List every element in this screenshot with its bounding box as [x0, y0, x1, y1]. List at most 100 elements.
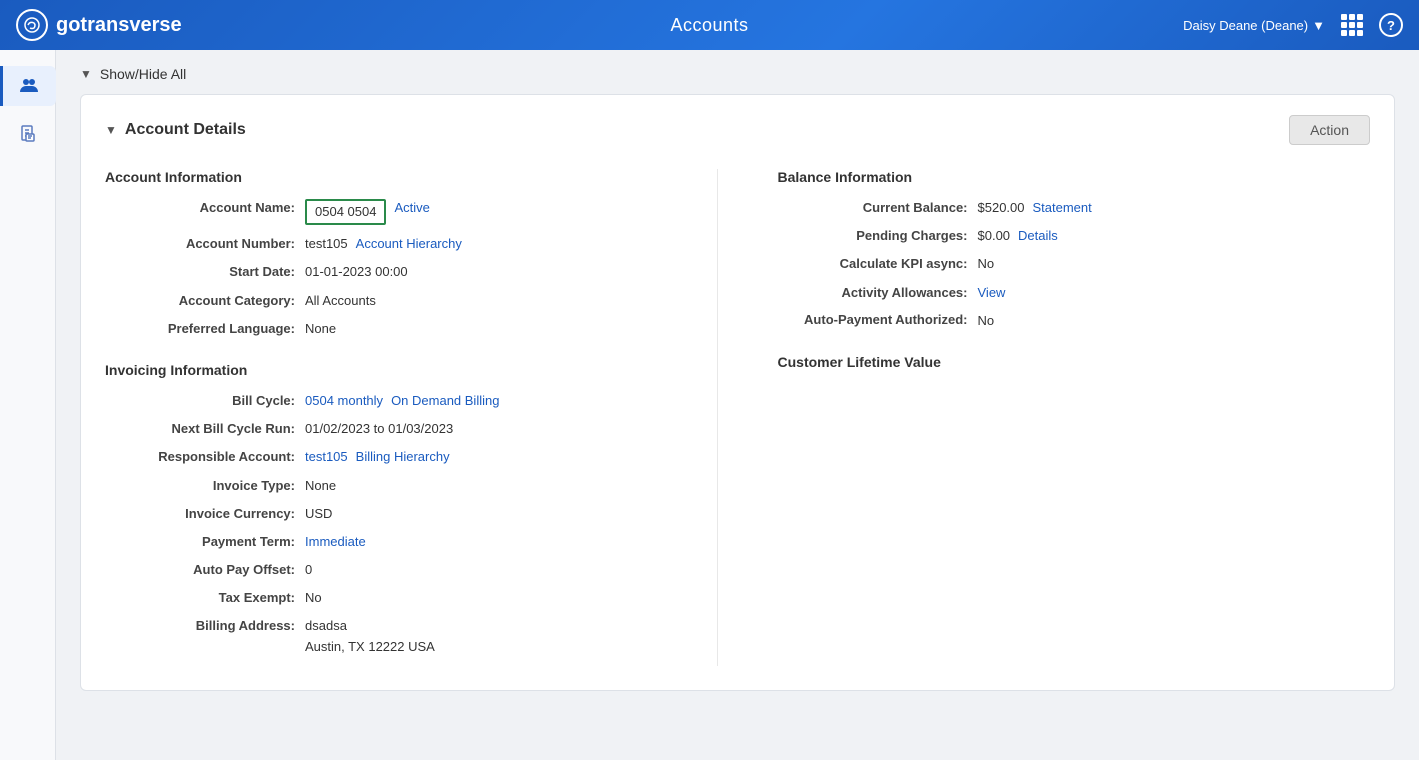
activity-allowances-link[interactable]: View [978, 284, 1006, 302]
card-collapse-arrow: ▼ [105, 123, 117, 137]
app-name: gotransverse [56, 14, 182, 37]
account-category-value: All Accounts [305, 292, 376, 310]
responsible-account-label: Responsible Account: [105, 448, 305, 466]
sidebar [0, 50, 56, 760]
page-heading: Accounts [670, 15, 748, 36]
next-bill-cycle-text: 01/02/2023 to 01/03/2023 [305, 420, 453, 438]
calculate-kpi-value: No [978, 255, 995, 273]
current-balance-label: Current Balance: [778, 199, 978, 217]
tax-exempt-value: No [305, 589, 322, 607]
clv-section: Customer Lifetime Value [778, 354, 1371, 370]
account-status-link[interactable]: Active [394, 199, 429, 217]
account-name-row: Account Name: 0504 0504 Active [105, 199, 697, 225]
billing-address-label: Billing Address: [105, 617, 305, 655]
start-date-value: 01-01-2023 00:00 [305, 263, 408, 281]
card-title: ▼ Account Details [105, 121, 246, 139]
show-hide-bar[interactable]: ▼ Show/Hide All [80, 66, 1395, 82]
user-name: Daisy Deane (Deane) [1183, 18, 1308, 33]
tax-exempt-text: No [305, 589, 322, 607]
auto-pay-offset-row: Auto Pay Offset: 0 [105, 561, 697, 579]
next-bill-cycle-value: 01/02/2023 to 01/03/2023 [305, 420, 453, 438]
action-button[interactable]: Action [1289, 115, 1370, 145]
invoice-currency-text: USD [305, 505, 332, 523]
preferred-language-row: Preferred Language: None [105, 320, 697, 338]
show-hide-label: Show/Hide All [100, 66, 186, 82]
main-content: ▼ Show/Hide All ▼ Account Details Action… [56, 50, 1419, 760]
responsible-account-link[interactable]: test105 [305, 448, 348, 466]
card-header: ▼ Account Details Action [105, 115, 1370, 145]
account-details-title: Account Details [125, 121, 246, 139]
account-information-heading: Account Information [105, 169, 697, 185]
payment-term-row: Payment Term: Immediate [105, 533, 697, 551]
app-logo[interactable]: gotransverse [16, 9, 182, 41]
preferred-language-value: None [305, 320, 336, 338]
balance-information-heading: Balance Information [778, 169, 1371, 185]
auto-payment-text: No [978, 312, 995, 330]
billing-address-line2: Austin, TX 12222 USA [305, 638, 435, 656]
invoice-currency-label: Invoice Currency: [105, 505, 305, 523]
sidebar-item-documents[interactable] [8, 114, 48, 154]
calculate-kpi-text: No [978, 255, 995, 273]
left-column: Account Information Account Name: 0504 0… [105, 169, 718, 666]
details-link[interactable]: Details [1018, 227, 1058, 245]
app-layout: ▼ Show/Hide All ▼ Account Details Action… [0, 50, 1419, 760]
statement-link[interactable]: Statement [1033, 199, 1092, 217]
apps-grid-icon[interactable] [1341, 14, 1363, 36]
details-grid: Account Information Account Name: 0504 0… [105, 169, 1370, 666]
bill-cycle-label: Bill Cycle: [105, 392, 305, 410]
auto-pay-offset-label: Auto Pay Offset: [105, 561, 305, 579]
auto-payment-label: Auto-Payment Authorized: [778, 312, 978, 330]
right-column: Balance Information Current Balance: $52… [758, 169, 1371, 666]
bill-cycle-link[interactable]: 0504 monthly [305, 392, 383, 410]
nav-right: Daisy Deane (Deane) ▼ ? [1183, 13, 1403, 37]
invoice-currency-value: USD [305, 505, 332, 523]
invoice-currency-row: Invoice Currency: USD [105, 505, 697, 523]
account-name-value: 0504 0504 Active [305, 199, 430, 225]
responsible-account-row: Responsible Account: test105 Billing Hie… [105, 448, 697, 466]
pending-charges-value: $0.00 Details [978, 227, 1058, 245]
start-date-row: Start Date: 01-01-2023 00:00 [105, 263, 697, 281]
account-category-text: All Accounts [305, 292, 376, 310]
billing-address-line1: dsadsa [305, 617, 347, 635]
calculate-kpi-label: Calculate KPI async: [778, 255, 978, 273]
payment-term-link[interactable]: Immediate [305, 533, 366, 551]
preferred-language-label: Preferred Language: [105, 320, 305, 338]
auto-pay-offset-value: 0 [305, 561, 312, 579]
clv-heading: Customer Lifetime Value [778, 354, 1371, 370]
next-bill-cycle-label: Next Bill Cycle Run: [105, 420, 305, 438]
activity-allowances-value: View [978, 284, 1006, 302]
account-number-value: test105 Account Hierarchy [305, 235, 462, 253]
account-hierarchy-link[interactable]: Account Hierarchy [356, 235, 462, 253]
account-category-row: Account Category: All Accounts [105, 292, 697, 310]
sidebar-item-accounts[interactable] [0, 66, 56, 106]
account-number-text: test105 [305, 235, 348, 253]
billing-address-row: Billing Address: dsadsa Austin, TX 12222… [105, 617, 697, 655]
activity-allowances-row: Activity Allowances: View [778, 284, 1371, 302]
account-details-card: ▼ Account Details Action Account Informa… [80, 94, 1395, 691]
people-icon [19, 76, 39, 96]
preferred-language-text: None [305, 320, 336, 338]
tax-exempt-row: Tax Exempt: No [105, 589, 697, 607]
on-demand-billing-link[interactable]: On Demand Billing [391, 392, 499, 410]
pending-charges-row: Pending Charges: $0.00 Details [778, 227, 1371, 245]
account-name-label: Account Name: [105, 199, 305, 225]
invoicing-section: Invoicing Information Bill Cycle: 0504 m… [105, 362, 697, 656]
invoice-type-value: None [305, 477, 336, 495]
user-menu[interactable]: Daisy Deane (Deane) ▼ [1183, 18, 1325, 33]
top-navigation: gotransverse Accounts Daisy Deane (Deane… [0, 0, 1419, 50]
auto-payment-value: No [978, 312, 995, 330]
payment-term-value: Immediate [305, 533, 366, 551]
responsible-account-value: test105 Billing Hierarchy [305, 448, 450, 466]
billing-hierarchy-link[interactable]: Billing Hierarchy [356, 448, 450, 466]
current-balance-value: $520.00 Statement [978, 199, 1092, 217]
start-date-text: 01-01-2023 00:00 [305, 263, 408, 281]
help-icon[interactable]: ? [1379, 13, 1403, 37]
auto-payment-row: Auto-Payment Authorized: No [778, 312, 1371, 330]
pending-charges-text: $0.00 [978, 227, 1011, 245]
collapse-arrow-icon: ▼ [80, 67, 92, 81]
auto-pay-offset-text: 0 [305, 561, 312, 579]
logo-icon [16, 9, 48, 41]
account-category-label: Account Category: [105, 292, 305, 310]
pending-charges-label: Pending Charges: [778, 227, 978, 245]
tax-exempt-label: Tax Exempt: [105, 589, 305, 607]
